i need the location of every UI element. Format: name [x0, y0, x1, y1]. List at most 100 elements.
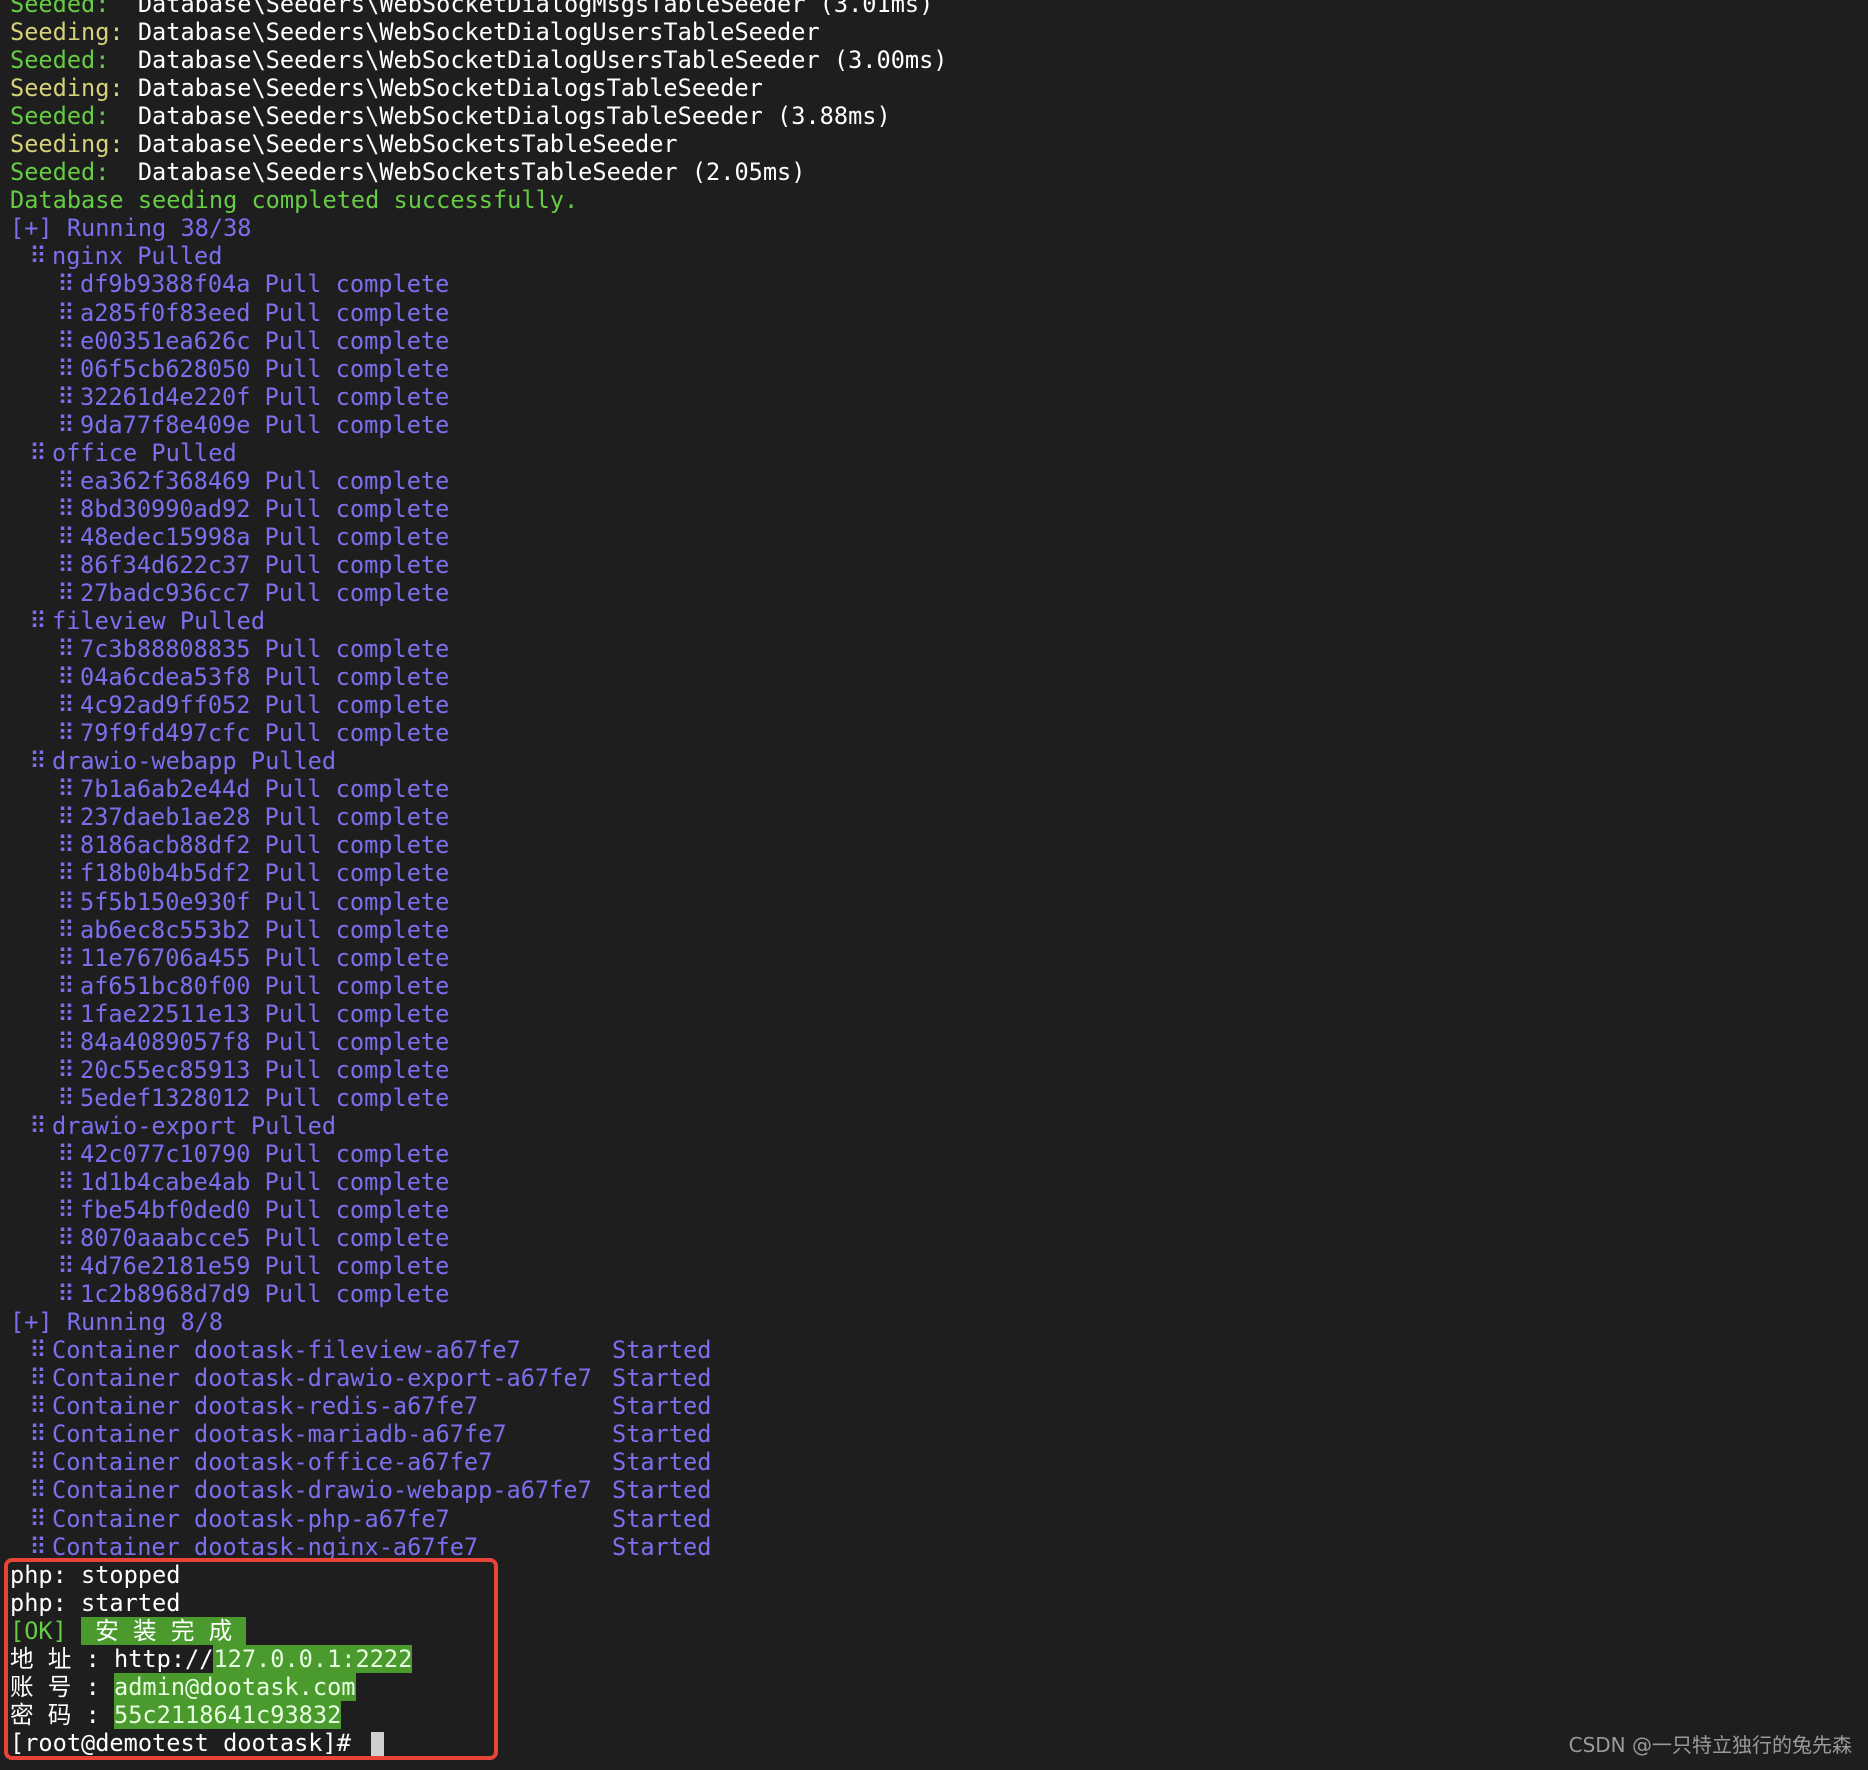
- seed-text: Database\Seeders\WebSocketDialogsTableSe…: [137, 74, 763, 103]
- pulled-image-name: drawio-export Pulled: [52, 1111, 337, 1140]
- layer-line: ⠿ ea362f368469 Pull complete: [10, 467, 1860, 495]
- layer-line: ⠿ 11e76706a455 Pull complete: [10, 944, 1860, 972]
- layer-text: 9da77f8e409e Pull complete: [80, 410, 450, 439]
- container-name: Container dootask-redis-a67fe7: [52, 1392, 479, 1421]
- layer-text: 32261d4e220f Pull complete: [80, 382, 450, 411]
- layer-text: 5f5b150e930f Pull complete: [80, 887, 450, 916]
- braille-dots-icon: ⠿: [57, 1139, 75, 1168]
- layer-text: 79f9fd497cfc Pull complete: [80, 719, 450, 748]
- braille-dots-icon: ⠿: [57, 719, 75, 748]
- pulled-image-line: ⠿ drawio-export Pulled: [10, 1112, 1860, 1140]
- seed-status-label: Seeding:: [10, 74, 138, 103]
- seed-status-label: Seeding:: [10, 130, 138, 159]
- container-name: Container dootask-drawio-webapp-a67fe7: [52, 1476, 592, 1505]
- braille-dots-icon: ⠿: [57, 494, 75, 523]
- layer-line: ⠿ 1d1b4cabe4ab Pull complete: [10, 1168, 1860, 1196]
- layer-line: ⠿ 7b1a6ab2e44d Pull complete: [10, 775, 1860, 803]
- container-line: ⠿ Container dootask-mariadb-a67fe7 Started: [10, 1420, 1860, 1448]
- layer-line: ⠿ 7c3b88808835 Pull complete: [10, 635, 1860, 663]
- container-line: ⠿ Container dootask-nginx-a67fe7 Started: [10, 1533, 1860, 1561]
- braille-dots-icon: ⠿: [57, 466, 75, 495]
- seed-done-line: Database seeding completed successfully.: [10, 186, 579, 215]
- container-name: Container dootask-nginx-a67fe7: [52, 1532, 479, 1561]
- layer-text: 48edec15998a Pull complete: [80, 522, 450, 551]
- layer-text: 1d1b4cabe4ab Pull complete: [80, 1167, 450, 1196]
- braille-dots-icon: ⠿: [57, 1224, 75, 1253]
- container-running-line: [+] Running 8/8: [10, 1308, 224, 1337]
- layer-line: ⠿ 4c92ad9ff052 Pull complete: [10, 691, 1860, 719]
- layer-text: df9b9388f04a Pull complete: [80, 270, 450, 299]
- layer-line: ⠿ 237daeb1ae28 Pull complete: [10, 803, 1860, 831]
- layer-line: ⠿ 8186acb88df2 Pull complete: [10, 831, 1860, 859]
- braille-dots-icon: ⠿: [57, 999, 75, 1028]
- layer-text: 7c3b88808835 Pull complete: [80, 635, 450, 664]
- seed-text: Database\Seeders\WebSocketsTableSeeder (…: [137, 158, 806, 187]
- braille-dots-icon: ⠿: [29, 1532, 47, 1561]
- layer-line: ⠿ 5edef1328012 Pull complete: [10, 1084, 1860, 1112]
- braille-dots-icon: ⠿: [57, 691, 75, 720]
- seed-text: Database\Seeders\WebSocketDialogUsersTab…: [137, 18, 820, 47]
- layer-line: ⠿ f18b0b4b5df2 Pull complete: [10, 859, 1860, 887]
- layer-text: 11e76706a455 Pull complete: [80, 943, 450, 972]
- layer-text: af651bc80f00 Pull complete: [80, 971, 450, 1000]
- braille-dots-icon: ⠿: [57, 1167, 75, 1196]
- braille-dots-icon: ⠿: [57, 803, 75, 832]
- braille-dots-icon: ⠿: [29, 1336, 47, 1365]
- braille-dots-icon: ⠿: [29, 1504, 47, 1533]
- layer-line: ⠿ 8bd30990ad92 Pull complete: [10, 495, 1860, 523]
- container-name: Container dootask-php-a67fe7: [52, 1504, 450, 1533]
- braille-dots-icon: ⠿: [57, 326, 75, 355]
- container-line: ⠿ Container dootask-drawio-webapp-a67fe7 S…: [10, 1476, 1860, 1504]
- layer-line: ⠿ 48edec15998a Pull complete: [10, 523, 1860, 551]
- braille-dots-icon: ⠿: [29, 1364, 47, 1393]
- seed-line: Seeding: Database\Seeders\WebSocketDialo…: [10, 18, 1860, 46]
- layer-text: 4c92ad9ff052 Pull complete: [80, 691, 450, 720]
- seed-line: Seeded: Database\Seeders\WebSocketDialog…: [10, 0, 1860, 18]
- layer-line: ⠿ a285f0f83eed Pull complete: [10, 299, 1860, 327]
- layer-text: 42c077c10790 Pull complete: [80, 1139, 450, 1168]
- container-status: Started: [612, 1504, 712, 1533]
- layer-line: ⠿ fbe54bf0ded0 Pull complete: [10, 1196, 1860, 1224]
- pulled-image-name: drawio-webapp Pulled: [52, 747, 337, 776]
- layer-text: ea362f368469 Pull complete: [80, 466, 450, 495]
- seed-text: Database\Seeders\WebSocketDialogUsersTab…: [137, 46, 948, 75]
- seed-line: Seeded: Database\Seeders\WebSocketDialog…: [10, 46, 1860, 74]
- braille-dots-icon: ⠿: [57, 550, 75, 579]
- braille-dots-icon: ⠿: [29, 242, 47, 271]
- layer-text: 8bd30990ad92 Pull complete: [80, 494, 450, 523]
- seed-line: Seeding: Database\Seeders\WebSocketsTabl…: [10, 130, 1860, 158]
- layer-text: 5edef1328012 Pull complete: [80, 1083, 450, 1112]
- layer-line: ⠿ af651bc80f00 Pull complete: [10, 972, 1860, 1000]
- layer-text: 7b1a6ab2e44d Pull complete: [80, 775, 450, 804]
- braille-dots-icon: ⠿: [29, 1111, 47, 1140]
- braille-dots-icon: ⠿: [57, 915, 75, 944]
- layer-line: ⠿ 5f5b150e930f Pull complete: [10, 888, 1860, 916]
- image-pull-log: ⠿ nginx Pulled ⠿ df9b9388f04a Pull complete…: [10, 242, 1860, 1308]
- container-status: Started: [612, 1532, 712, 1561]
- pulled-image-line: ⠿ drawio-webapp Pulled: [10, 747, 1860, 775]
- layer-text: 1fae22511e13 Pull complete: [80, 999, 450, 1028]
- layer-line: ⠿ ab6ec8c553b2 Pull complete: [10, 916, 1860, 944]
- seed-text: Database\Seeders\WebSocketDialogMsgsTabl…: [137, 0, 934, 18]
- layer-text: 237daeb1ae28 Pull complete: [80, 803, 450, 832]
- layer-line: ⠿ 04a6cdea53f8 Pull complete: [10, 663, 1860, 691]
- layer-line: ⠿ 1c2b8968d7d9 Pull complete: [10, 1280, 1860, 1308]
- braille-dots-icon: ⠿: [29, 1476, 47, 1505]
- pulled-image-name: fileview Pulled: [52, 607, 266, 636]
- layer-line: ⠿ 20c55ec85913 Pull complete: [10, 1056, 1860, 1084]
- layer-line: ⠿ 42c077c10790 Pull complete: [10, 1140, 1860, 1168]
- annotation-highlight-box: [4, 1558, 498, 1760]
- container-status: Started: [612, 1448, 712, 1477]
- layer-text: 27badc936cc7 Pull complete: [80, 578, 450, 607]
- container-status: Started: [612, 1476, 712, 1505]
- container-status: Started: [612, 1420, 712, 1449]
- layer-line: ⠿ e00351ea626c Pull complete: [10, 327, 1860, 355]
- seed-status-label: Seeded:: [10, 158, 138, 187]
- seed-line: Seeded: Database\Seeders\WebSocketDialog…: [10, 102, 1860, 130]
- braille-dots-icon: ⠿: [57, 354, 75, 383]
- braille-dots-icon: ⠿: [57, 831, 75, 860]
- seed-status-label: Seeded:: [10, 102, 138, 131]
- seed-text: Database\Seeders\WebSocketsTableSeeder: [137, 130, 678, 159]
- container-status: Started: [612, 1364, 712, 1393]
- container-line: ⠿ Container dootask-php-a67fe7 Started: [10, 1505, 1860, 1533]
